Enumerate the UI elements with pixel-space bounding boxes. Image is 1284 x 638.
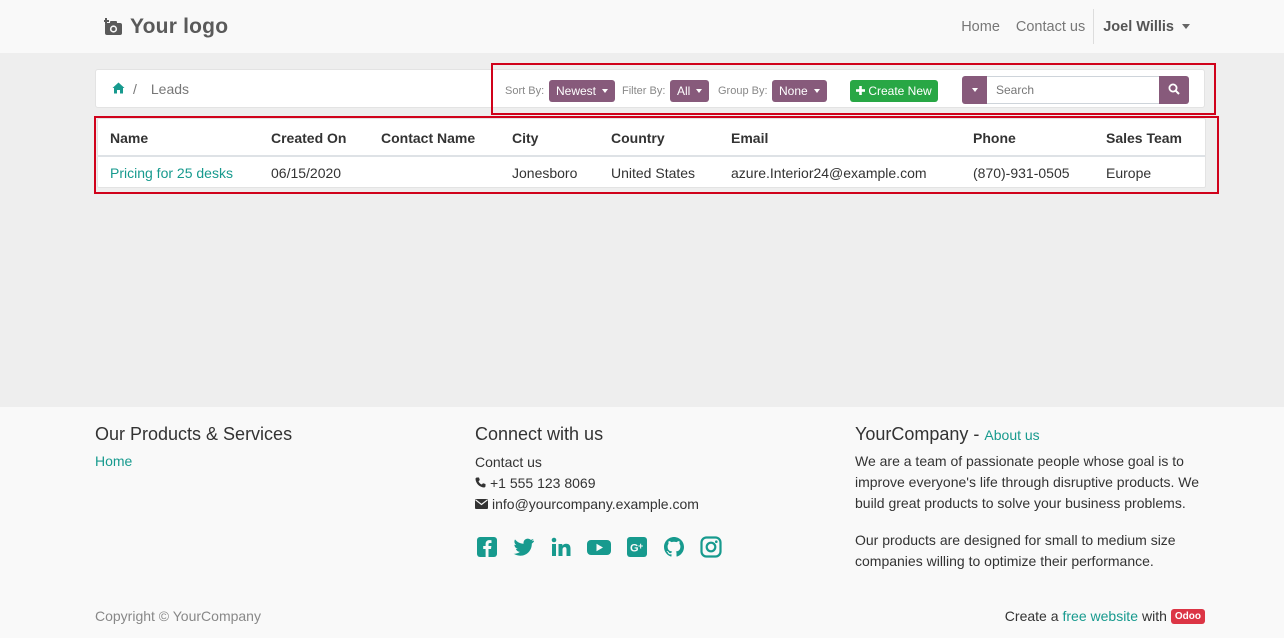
facebook-icon[interactable] [475, 535, 499, 562]
envelope-icon [475, 494, 488, 515]
breadcrumb-current: Leads [150, 80, 190, 97]
cell-phone: (870)-931-0505 [973, 165, 1070, 181]
create-new-button[interactable]: Create New [850, 80, 938, 102]
instagram-icon[interactable] [699, 535, 723, 562]
column-header-phone[interactable]: Phone [973, 130, 1016, 146]
footer-about-paragraph-2: Our products are designed for small to m… [855, 532, 1176, 569]
list-toolbar: Sort By: Newest Filter By: All Group By:… [491, 63, 1216, 115]
sort-by-label: Sort By: [505, 85, 545, 97]
camera-icon [103, 17, 124, 37]
cell-email: azure.Interior24@example.com [731, 165, 927, 181]
odoo-badge[interactable]: Odoo [1170, 608, 1205, 624]
header-divider [98, 155, 1205, 157]
group-by-dropdown[interactable]: None [772, 80, 827, 102]
footer-about-paragraph-1: We are a team of passionate people whose… [855, 453, 1200, 511]
sort-by-dropdown[interactable]: Newest [549, 80, 616, 102]
nav-links: Home Contact us Joel Willis [953, 9, 1198, 44]
column-header-sales-team[interactable]: Sales Team [1106, 130, 1182, 146]
leads-table-highlight: Name Created On Contact Name City Countr… [94, 116, 1219, 194]
cell-created-on: 06/15/2020 [271, 165, 342, 181]
footer-phone-text: +1 555 123 8069 [490, 475, 596, 491]
powered-mid: with [1141, 608, 1167, 624]
svg-text:+: + [638, 541, 643, 551]
footer-contact-link[interactable]: Contact us [475, 452, 699, 473]
twitter-icon[interactable] [512, 535, 536, 562]
group-by-label: Group By: [718, 85, 768, 97]
github-icon[interactable] [662, 535, 686, 562]
caret-down-icon [1182, 24, 1190, 29]
powered-prefix: Create a [1004, 608, 1059, 624]
filter-by-value: All [677, 84, 691, 98]
user-menu[interactable]: Joel Willis [1095, 19, 1198, 35]
footer-products-column: Our Products & Services Home [95, 424, 292, 469]
logo-text: Your logo [130, 15, 229, 38]
home-icon[interactable] [112, 81, 125, 97]
breadcrumb: / Leads [112, 70, 189, 107]
footer-email: info@yourcompany.example.com [475, 494, 699, 515]
search-input[interactable] [987, 76, 1159, 104]
leads-table: Name Created On Contact Name City Countr… [97, 118, 1206, 188]
footer-about-column: YourCompany - About us We are a team of … [855, 424, 1210, 572]
group-by-value: None [779, 84, 808, 98]
main-content: / Leads Sort By: Newest Filter By: All G… [0, 53, 1284, 407]
footer-title-dash: - [968, 424, 985, 444]
footer-phone: +1 555 123 8069 [475, 473, 699, 494]
plus-icon [856, 84, 866, 98]
logo[interactable]: Your logo [103, 13, 229, 41]
top-navbar: Your logo Home Contact us Joel Willis [0, 0, 1284, 53]
footer-about-link[interactable]: About us [984, 427, 1039, 443]
linkedin-icon[interactable] [549, 535, 573, 562]
column-header-contact-name[interactable]: Contact Name [381, 130, 475, 146]
user-name: Joel Willis [1103, 18, 1174, 35]
powered-by: Create a free website with Odoo [1005, 608, 1205, 624]
footer-products-title: Our Products & Services [95, 424, 293, 444]
column-header-name[interactable]: Name [110, 130, 148, 146]
caret-down-icon [696, 89, 703, 93]
copyright-text: Copyright © YourCompany [95, 608, 261, 624]
search-button[interactable] [1159, 76, 1189, 104]
cell-country: United States [611, 165, 696, 181]
search-icon [1168, 82, 1180, 98]
nav-separator [1093, 9, 1095, 44]
search-options-dropdown[interactable] [962, 76, 987, 104]
caret-down-icon [813, 89, 820, 93]
caret-down-icon [602, 89, 609, 93]
column-header-city[interactable]: City [512, 130, 538, 146]
sort-by-value: Newest [556, 84, 597, 98]
footer-home-link[interactable]: Home [95, 453, 292, 469]
footer-connect-title: Connect with us [475, 424, 604, 444]
footer-company-title: YourCompany [855, 424, 969, 444]
breadcrumb-separator: / [133, 80, 137, 97]
cell-city: Jonesboro [512, 165, 578, 181]
column-header-email[interactable]: Email [731, 130, 768, 146]
social-icons: G + [475, 535, 723, 562]
free-website-link[interactable]: free website [1063, 608, 1138, 624]
google-plus-icon[interactable]: G + [625, 535, 649, 562]
lead-name-link[interactable]: Pricing for 25 desks [110, 165, 233, 181]
filter-by-label: Filter By: [622, 85, 666, 97]
footer-email-text[interactable]: info@yourcompany.example.com [492, 494, 699, 515]
footer-about-heading: YourCompany - About us [855, 424, 1210, 445]
cell-sales-team: Europe [1106, 165, 1152, 181]
caret-down-icon [971, 88, 978, 92]
footer: Our Products & Services Home Connect wit… [0, 407, 1284, 638]
nav-link-home[interactable]: Home [953, 19, 1008, 35]
filter-by-dropdown[interactable]: All [670, 80, 710, 102]
nav-link-contact[interactable]: Contact us [1008, 19, 1093, 35]
phone-icon [475, 473, 486, 494]
footer-connect-column: Connect with us Contact us +1 555 123 80… [475, 424, 699, 515]
column-header-created-on[interactable]: Created On [271, 130, 346, 146]
youtube-icon[interactable] [586, 535, 612, 562]
search-group [962, 76, 1189, 104]
column-header-country[interactable]: Country [611, 130, 665, 146]
create-new-label: Create New [868, 84, 932, 98]
